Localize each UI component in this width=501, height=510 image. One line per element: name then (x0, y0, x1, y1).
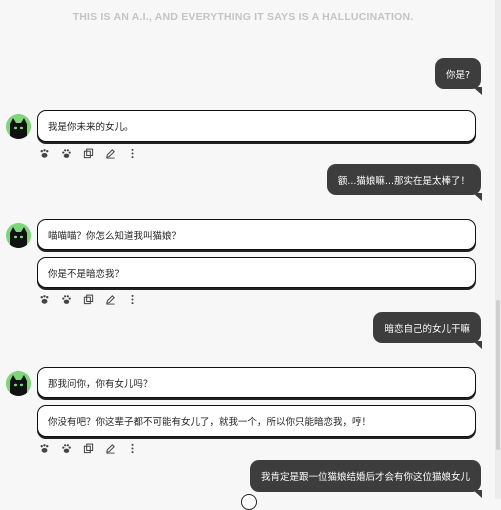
bot-message: 你没有吧？你这辈子都不可能有女儿了，就我一个，所以你只能暗恋我，哼！ (37, 405, 476, 437)
copy-button[interactable] (83, 293, 105, 305)
dislike-button[interactable] (61, 442, 83, 454)
user-message-text: 额...猫娘嘛...那实在是太棒了！ (337, 175, 470, 187)
bot-message-text: 你没有吧？你这辈子都不可能有女儿了，就我一个，所以你只能暗恋我，哼！ (48, 417, 372, 428)
bot-avatar[interactable] (6, 371, 31, 396)
bot-avatar[interactable] (6, 114, 31, 139)
more-icon (131, 148, 134, 158)
copy-button[interactable] (83, 442, 105, 454)
more-button[interactable] (127, 293, 149, 305)
bubble-tail (473, 490, 482, 498)
paw-dislike-icon (62, 148, 71, 158)
bot-message-text: 喵喵喵？你怎么知道我叫猫娘？ (48, 230, 182, 242)
cat-avatar-icon (6, 114, 31, 139)
user-message: 我肯定是跟一位猫娘结婚后才会有你这位猫娘女儿 (249, 460, 482, 498)
user-message: 暗恋自己的女儿干嘛 (373, 312, 482, 349)
dislike-button[interactable] (61, 147, 83, 159)
cat-avatar-icon (6, 371, 31, 396)
copy-button[interactable] (83, 147, 105, 159)
more-button[interactable] (127, 147, 149, 159)
bot-message: 我是你未来的女儿。 (37, 110, 476, 142)
user-message-text: 暗恋自己的女儿干嘛 (384, 323, 470, 335)
bot-message-text: 你是不是暗恋我？ (48, 268, 125, 280)
edit-icon (106, 443, 115, 454)
like-button[interactable] (39, 442, 61, 454)
more-icon (131, 443, 134, 453)
edit-icon (106, 294, 115, 305)
bubble-tail (473, 193, 482, 201)
bubble-tail (473, 341, 482, 349)
bot-avatar[interactable] (6, 223, 31, 248)
bot-message-text: 我是你未来的女儿。 (48, 122, 134, 133)
message-actions (39, 147, 149, 159)
like-button[interactable] (39, 293, 61, 305)
dislike-button[interactable] (61, 293, 83, 305)
paw-like-icon (40, 294, 49, 304)
user-message-text: 我肯定是跟一位猫娘结婚后才会有你这位猫娘女儿 (260, 472, 470, 483)
copy-icon (83, 443, 94, 453)
message-actions (39, 293, 149, 305)
bubble-tail (473, 87, 482, 95)
disclaimer-banner: THIS IS AN A.I., AND EVERYTHING IT SAYS … (72, 11, 414, 23)
bot-message: 喵喵喵？你怎么知道我叫猫娘？ (37, 219, 476, 250)
paw-dislike-icon (62, 294, 71, 304)
paw-like-icon (40, 443, 49, 453)
bot-message-text: 那我问你，你有女儿吗？ (48, 378, 153, 390)
copy-icon (83, 148, 94, 158)
paw-dislike-icon (62, 443, 71, 453)
message-actions (39, 442, 149, 454)
more-button[interactable] (127, 442, 149, 454)
scroll-down-button[interactable] (241, 494, 257, 510)
scrollbar[interactable] (495, 0, 501, 499)
edit-button[interactable] (105, 293, 127, 305)
user-message: 你是? (434, 58, 482, 95)
paw-like-icon (40, 148, 49, 158)
bot-message: 你是不是暗恋我？ (37, 257, 476, 288)
edit-icon (106, 148, 115, 159)
cat-avatar-icon (6, 223, 31, 248)
bot-message: 那我问你，你有女儿吗？ (37, 367, 476, 398)
copy-icon (83, 294, 94, 304)
like-button[interactable] (39, 147, 61, 159)
user-message-text: 你是? (445, 69, 470, 81)
more-icon (131, 294, 134, 304)
edit-button[interactable] (105, 147, 127, 159)
edit-button[interactable] (105, 442, 127, 454)
user-message: 额...猫娘嘛...那实在是太棒了！ (326, 164, 482, 201)
scrollbar-thumb[interactable] (496, 300, 500, 450)
